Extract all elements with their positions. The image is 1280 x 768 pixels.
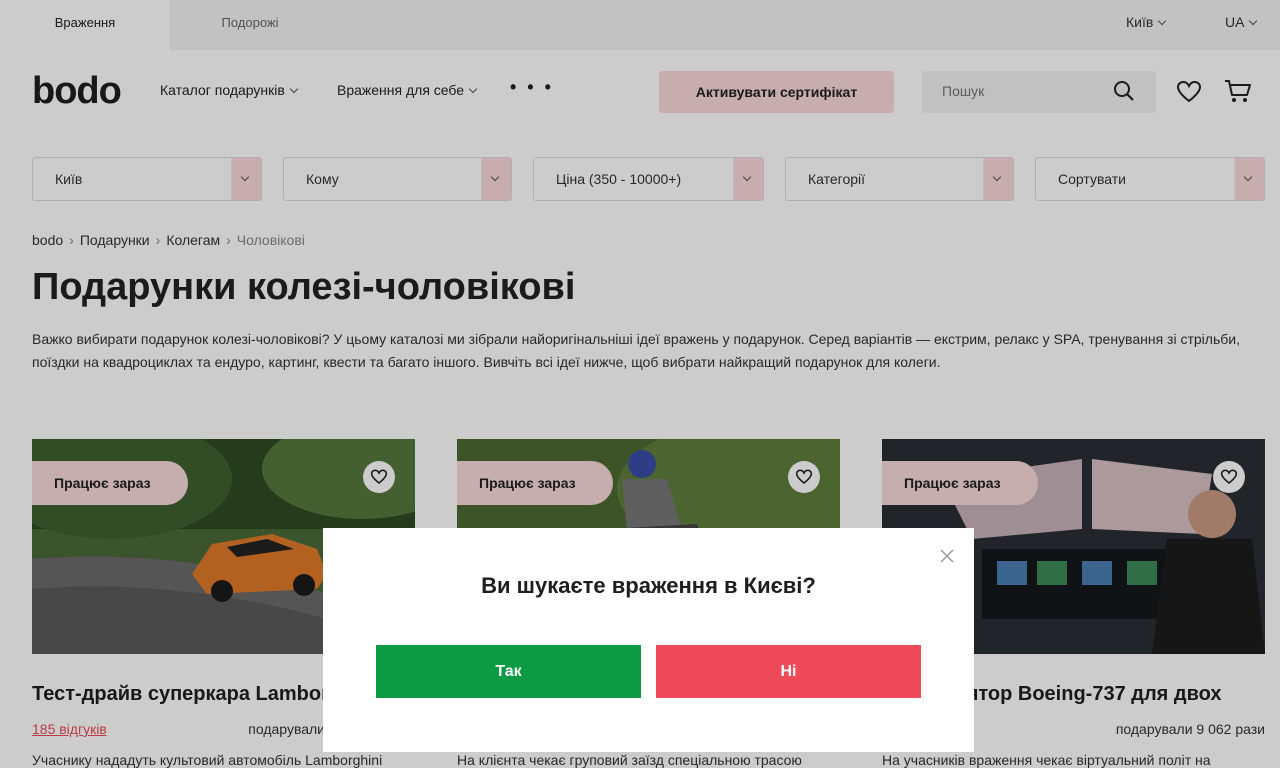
dialog-title: Ви шукаєте враження в Києві?	[481, 573, 816, 598]
city-confirm-dialog: Ви шукаєте враження в Києві? Так Ні	[323, 528, 974, 752]
yes-button[interactable]: Так	[376, 645, 641, 698]
no-button[interactable]: Ні	[656, 645, 921, 698]
close-icon[interactable]	[939, 548, 955, 564]
